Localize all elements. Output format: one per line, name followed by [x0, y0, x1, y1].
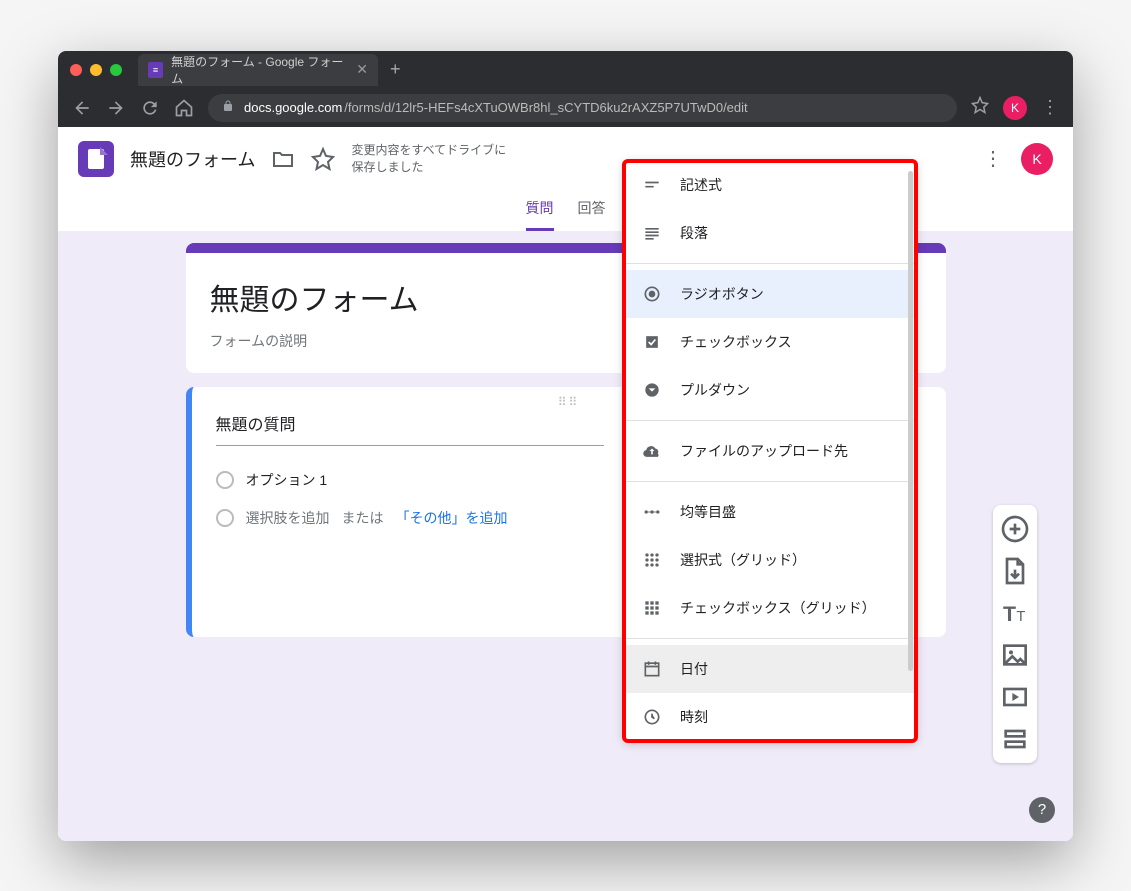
bookmark-star-icon[interactable]: [971, 96, 989, 119]
browser-tab[interactable]: ≡ 無題のフォーム - Google フォーム ✕: [138, 54, 378, 86]
dd-multiple-choice-grid[interactable]: 選択式（グリッド）: [624, 536, 916, 584]
dd-multiple-choice[interactable]: ラジオボタン: [624, 270, 916, 318]
forms-app: 無題のフォーム 変更内容をすべてドライブに 保存しました ⋮ K 質問 回答 無…: [58, 127, 1073, 841]
dd-time[interactable]: 時刻: [624, 693, 916, 741]
floating-toolbar: TT: [993, 505, 1037, 763]
lock-icon: [222, 99, 234, 116]
add-other-link[interactable]: 「その他」を追加: [396, 508, 508, 528]
more-menu-icon[interactable]: ⋮: [981, 147, 1005, 171]
window-controls: [70, 64, 122, 76]
radio-button-icon: [642, 284, 662, 304]
url-host: docs.google.com: [244, 100, 342, 115]
dd-checkbox-grid[interactable]: チェックボックス（グリッド）: [624, 584, 916, 632]
option-label[interactable]: オプション 1: [246, 470, 328, 490]
tab-bar: ≡ 無題のフォーム - Google フォーム ✕ +: [58, 51, 1073, 89]
radio-icon: [216, 471, 234, 489]
dd-file-upload[interactable]: ファイルのアップロード先: [624, 427, 916, 475]
dropdown-scrollbar[interactable]: [908, 171, 913, 671]
dd-paragraph[interactable]: 段落: [624, 209, 916, 257]
calendar-icon: [642, 659, 662, 679]
forms-logo-icon[interactable]: [78, 141, 114, 177]
address-bar[interactable]: docs.google.com/forms/d/12lr5-HEFs4cXTuO…: [208, 94, 957, 122]
checkbox-icon: [642, 332, 662, 352]
question-title-input[interactable]: 無題の質問: [216, 411, 604, 446]
help-button[interactable]: ?: [1029, 797, 1055, 823]
address-bar-row: docs.google.com/forms/d/12lr5-HEFs4cXTuO…: [58, 89, 1073, 127]
close-tab-icon[interactable]: ✕: [356, 61, 368, 78]
add-title-icon[interactable]: TT: [997, 597, 1033, 629]
profile-avatar[interactable]: K: [1003, 96, 1027, 120]
forms-favicon: ≡: [148, 62, 163, 78]
url-path: /forms/d/12lr5-HEFs4cXTuOWBr8hl_sCYTD6ku…: [344, 100, 747, 115]
add-question-icon[interactable]: [997, 513, 1033, 545]
form-canvas: 無題のフォーム フォームの説明 ⠿⠿ 無題の質問 オプション 1 選択肢を追加 …: [58, 231, 1073, 841]
close-window[interactable]: [70, 64, 82, 76]
paragraph-icon: [642, 223, 662, 243]
tab-questions[interactable]: 質問: [526, 198, 554, 231]
or-text: または: [342, 508, 384, 528]
forward-button[interactable]: [106, 98, 126, 118]
svg-text:T: T: [1003, 602, 1016, 626]
tabs-row: 質問 回答: [58, 191, 1073, 231]
dd-dropdown[interactable]: プルダウン: [624, 366, 916, 414]
dropdown-arrow-icon: [642, 380, 662, 400]
tab-responses[interactable]: 回答: [578, 198, 606, 231]
browser-chrome: ≡ 無題のフォーム - Google フォーム ✕ + docs.google.…: [58, 51, 1073, 127]
maximize-window[interactable]: [110, 64, 122, 76]
browser-menu-icon[interactable]: ⋮: [1041, 97, 1059, 118]
account-avatar[interactable]: K: [1021, 143, 1053, 175]
dd-date[interactable]: 日付: [624, 645, 916, 693]
home-button[interactable]: [174, 98, 194, 118]
star-document-icon[interactable]: [311, 147, 335, 171]
dd-linear-scale[interactable]: 均等目盛: [624, 488, 916, 536]
save-status: 変更内容をすべてドライブに 保存しました: [351, 142, 506, 176]
clock-icon: [642, 707, 662, 727]
add-option-link[interactable]: 選択肢を追加: [246, 508, 330, 528]
drag-handle-icon[interactable]: ⠿⠿: [558, 395, 580, 409]
reload-button[interactable]: [140, 98, 160, 118]
document-title[interactable]: 無題のフォーム: [130, 146, 255, 172]
svg-text:T: T: [1016, 609, 1025, 625]
import-questions-icon[interactable]: [997, 555, 1033, 587]
dd-checkboxes[interactable]: チェックボックス: [624, 318, 916, 366]
add-section-icon[interactable]: [997, 723, 1033, 755]
new-tab-button[interactable]: +: [390, 59, 401, 80]
question-type-dropdown: 記述式 段落 ラジオボタン チェックボックス プルダウン ファ: [624, 161, 916, 741]
grid-dots-icon: [642, 550, 662, 570]
add-video-icon[interactable]: [997, 681, 1033, 713]
grid-squares-icon: [642, 598, 662, 618]
cloud-upload-icon: [642, 441, 662, 461]
tab-title: 無題のフォーム - Google フォーム: [171, 53, 344, 87]
linear-scale-icon: [642, 502, 662, 522]
add-image-icon[interactable]: [997, 639, 1033, 671]
short-text-icon: [642, 175, 662, 195]
move-to-folder-icon[interactable]: [271, 147, 295, 171]
dd-short-answer[interactable]: 記述式: [624, 161, 916, 209]
back-button[interactable]: [72, 98, 92, 118]
minimize-window[interactable]: [90, 64, 102, 76]
app-header: 無題のフォーム 変更内容をすべてドライブに 保存しました ⋮ K: [58, 127, 1073, 191]
radio-icon: [216, 509, 234, 527]
